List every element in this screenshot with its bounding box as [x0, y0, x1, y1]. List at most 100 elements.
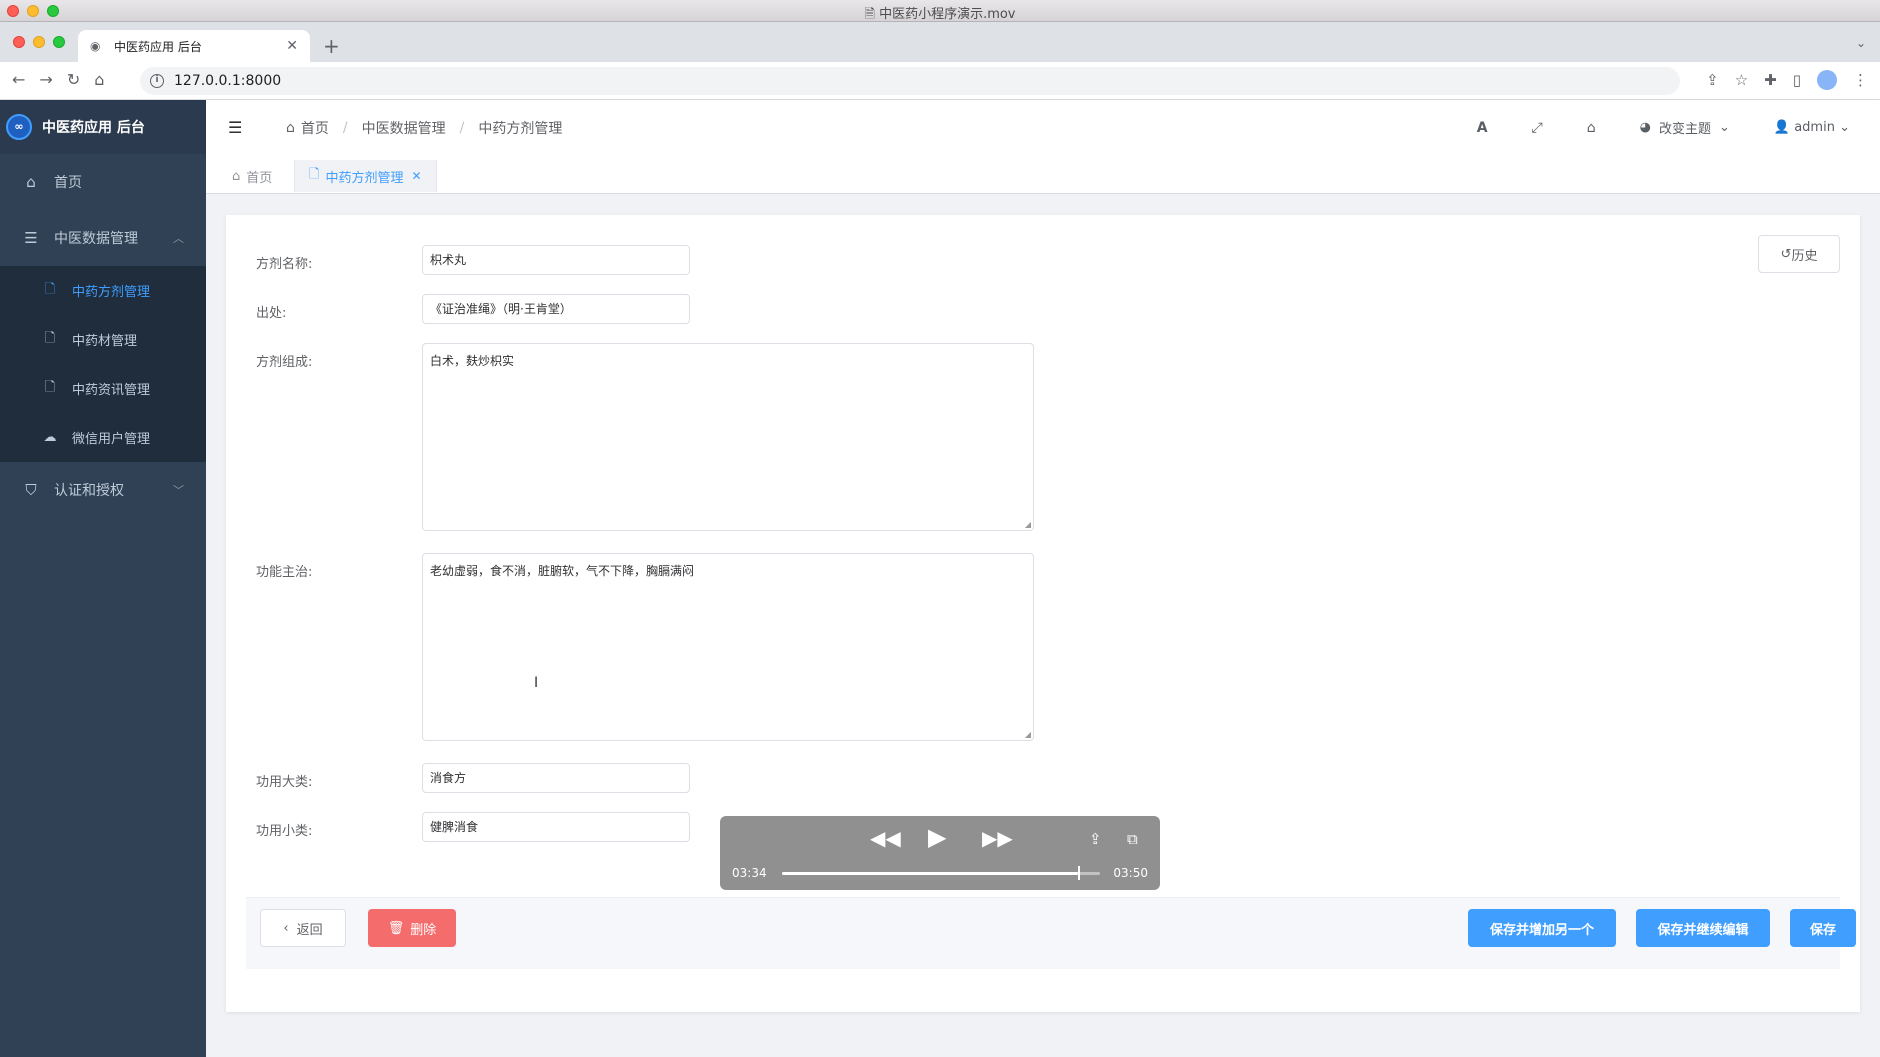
home-icon[interactable]: ⌂: [1587, 120, 1596, 136]
sidebar-item-tcm-data[interactable]: ☰ 中医数据管理 ︿: [0, 210, 206, 266]
tag-formula[interactable]: 🗋 中药方剂管理 ✕: [294, 160, 437, 192]
tag-label: 首页: [246, 170, 273, 186]
share-icon[interactable]: ⇪: [1706, 71, 1719, 89]
subcategory-input[interactable]: 健脾消食: [422, 812, 690, 842]
field-label: 功用大类:: [256, 775, 313, 790]
fullscreen-icon[interactable]: ⤢: [1532, 120, 1543, 136]
more-menu-icon[interactable]: ⋮: [1853, 71, 1868, 89]
tag-home[interactable]: ⌂ 首页: [218, 160, 286, 192]
text-cursor-icon: I: [534, 675, 539, 691]
scrubber-handle[interactable]: [1078, 866, 1081, 880]
database-icon: ☰: [24, 229, 38, 247]
chevron-down-icon: ⌄: [1839, 120, 1850, 135]
field-label: 功能主治:: [256, 565, 313, 580]
submenu-tcm-data: 🗋 中药方剂管理 🗋 中药材管理 🗋 中药资讯管理 ☁ 微信用户管理: [0, 266, 206, 462]
home-icon: ⌂: [232, 168, 241, 184]
home-icon: ⌂: [26, 173, 36, 191]
sidebar-item-wechat-users[interactable]: ☁ 微信用户管理: [0, 413, 206, 462]
sidebar-item-auth[interactable]: ⛉ 认证和授权 ﹀: [0, 462, 206, 518]
form-row-subcategory: 功用小类: 健脾消食: [256, 812, 690, 842]
back-icon[interactable]: ←: [12, 70, 25, 89]
edit-form-card: ↺ 历史 方剂名称: 枳术丸 出处: 《证治准绳》（明·王肯堂） 方剂组成: 白…: [226, 215, 1860, 1012]
delete-button[interactable]: 🗑 删除: [368, 909, 456, 947]
file-icon: 🗎: [864, 7, 875, 22]
sidebar-item-herbs[interactable]: 🗋 中药材管理: [0, 315, 206, 364]
chevron-down-icon: ﹀: [173, 484, 184, 497]
resize-grip-icon[interactable]: ◢: [1025, 520, 1031, 529]
hamburger-icon[interactable]: ☰: [228, 118, 242, 137]
chevron-left-icon: ‹: [283, 920, 289, 936]
tags-view: ⌂ 首页 🗋 中药方剂管理 ✕: [206, 156, 1880, 194]
composition-textarea[interactable]: 白术，麸炒枳实 ◢: [422, 343, 1034, 531]
history-button[interactable]: ↺ 历史: [1758, 235, 1840, 273]
form-row-name: 方剂名称: 枳术丸: [256, 245, 690, 275]
back-button[interactable]: ‹ 返回: [260, 909, 346, 947]
save-and-add-button[interactable]: 保存并增加另一个: [1468, 909, 1616, 947]
user-icon: 👤: [1773, 120, 1791, 135]
rewind-icon[interactable]: ◀◀: [870, 826, 901, 850]
home-icon: ⌂: [286, 120, 295, 136]
site-info-icon[interactable]: i: [150, 74, 164, 88]
save-and-continue-button[interactable]: 保存并继续编辑: [1636, 909, 1770, 947]
composition-text: 白术，麸炒枳实: [430, 354, 515, 368]
new-tab-button[interactable]: +: [323, 34, 340, 58]
sidebar-item-formula[interactable]: 🗋 中药方剂管理: [0, 266, 206, 315]
chevron-up-icon: ︿: [173, 232, 184, 245]
category-input[interactable]: 消食方: [422, 763, 690, 793]
fast-forward-icon[interactable]: ▶▶: [982, 826, 1013, 850]
side-panel-icon[interactable]: ▯: [1793, 71, 1801, 89]
forward-icon[interactable]: →: [39, 70, 52, 89]
address-bar[interactable]: i 127.0.0.1:8000: [140, 67, 1680, 95]
form-row-function: 功能主治: 老幼虚弱，食不消，脏腑软，气不下降，胸膈满闷 ◢: [256, 553, 1034, 741]
user-name: admin: [1794, 120, 1835, 135]
video-player-controls: ◀◀ ▶ ▶▶ ⇪ ⧉ 03:34 03:50: [720, 816, 1160, 890]
theme-switcher[interactable]: ◕ 改变主题 ⌄: [1640, 118, 1730, 137]
browser-tab[interactable]: ◉ 中医药应用 后台 ✕: [78, 30, 310, 62]
sidebar-logo[interactable]: ∞ 中医药应用 后台: [0, 100, 206, 154]
browser-tab-strip: ◉ 中医药应用 后台 ✕ + ⌄: [0, 22, 1880, 62]
playback-scrubber[interactable]: [782, 866, 1100, 880]
url-text: 127.0.0.1:8000: [174, 73, 282, 89]
close-tab-icon[interactable]: ✕: [286, 38, 298, 54]
profile-avatar[interactable]: [1817, 70, 1837, 90]
share-icon[interactable]: ⇪: [1089, 830, 1102, 848]
browser-minimize-button[interactable]: [33, 36, 45, 48]
field-label: 方剂组成:: [256, 355, 313, 370]
function-textarea[interactable]: 老幼虚弱，食不消，脏腑软，气不下降，胸膈满闷 ◢: [422, 553, 1034, 741]
user-menu[interactable]: 👤 admin ⌄: [1774, 120, 1850, 135]
function-text: 老幼虚弱，食不消，脏腑软，气不下降，胸膈满闷: [430, 564, 695, 578]
reload-icon[interactable]: ↻: [67, 70, 80, 89]
sidebar-item-home[interactable]: ⌂ 首页: [0, 154, 206, 210]
play-icon[interactable]: ▶: [928, 823, 946, 851]
browser-tab-title: 中医药应用 后台: [114, 39, 202, 54]
breadcrumb-home[interactable]: 首页: [301, 118, 329, 138]
picture-in-picture-icon[interactable]: ⧉: [1127, 830, 1138, 848]
shield-icon: ⛉: [25, 481, 37, 499]
font-size-icon[interactable]: A: [1477, 120, 1488, 136]
save-button[interactable]: 保存: [1790, 909, 1856, 947]
current-time: 03:34: [732, 866, 767, 880]
sidebar-item-label: 中药方剂管理: [72, 285, 151, 300]
top-navbar: ☰ ⌂ 首页 / 中医数据管理 / 中药方剂管理 A ⤢ ⌂ ◕ 改变主题 ⌄ …: [206, 100, 1880, 156]
sidebar-item-label: 中药资讯管理: [72, 383, 151, 398]
history-icon: ↺: [1780, 246, 1792, 262]
sidebar-item-label: 中药材管理: [72, 334, 138, 349]
breadcrumb-tcm-data[interactable]: 中医数据管理: [362, 118, 446, 138]
browser-zoom-button[interactable]: [53, 36, 65, 48]
logo-text: 中医药应用 后台: [42, 120, 145, 136]
browser-close-button[interactable]: [13, 36, 25, 48]
form-row-source: 出处: 《证治准绳》（明·王肯堂）: [256, 294, 690, 324]
tab-search-icon[interactable]: ⌄: [1856, 36, 1866, 50]
sidebar-item-news[interactable]: 🗋 中药资讯管理: [0, 364, 206, 413]
resize-grip-icon[interactable]: ◢: [1025, 730, 1031, 739]
source-input[interactable]: 《证治准绳》（明·王肯堂）: [422, 294, 690, 324]
home-icon[interactable]: ⌂: [94, 70, 104, 89]
action-bar: ‹ 返回 🗑 删除 保存并增加另一个 保存并继续编辑 保存: [246, 897, 1856, 969]
close-tag-icon[interactable]: ✕: [411, 169, 421, 183]
breadcrumb-current: 中药方剂管理: [478, 121, 563, 137]
formula-name-input[interactable]: 枳术丸: [422, 245, 690, 275]
bookmark-star-icon[interactable]: ☆: [1735, 71, 1748, 89]
navbar-actions: A ⤢ ⌂ ◕ 改变主题 ⌄ 👤 admin ⌄: [1477, 118, 1850, 138]
extensions-icon[interactable]: ✚: [1764, 71, 1777, 89]
breadcrumb-separator: /: [459, 120, 465, 136]
